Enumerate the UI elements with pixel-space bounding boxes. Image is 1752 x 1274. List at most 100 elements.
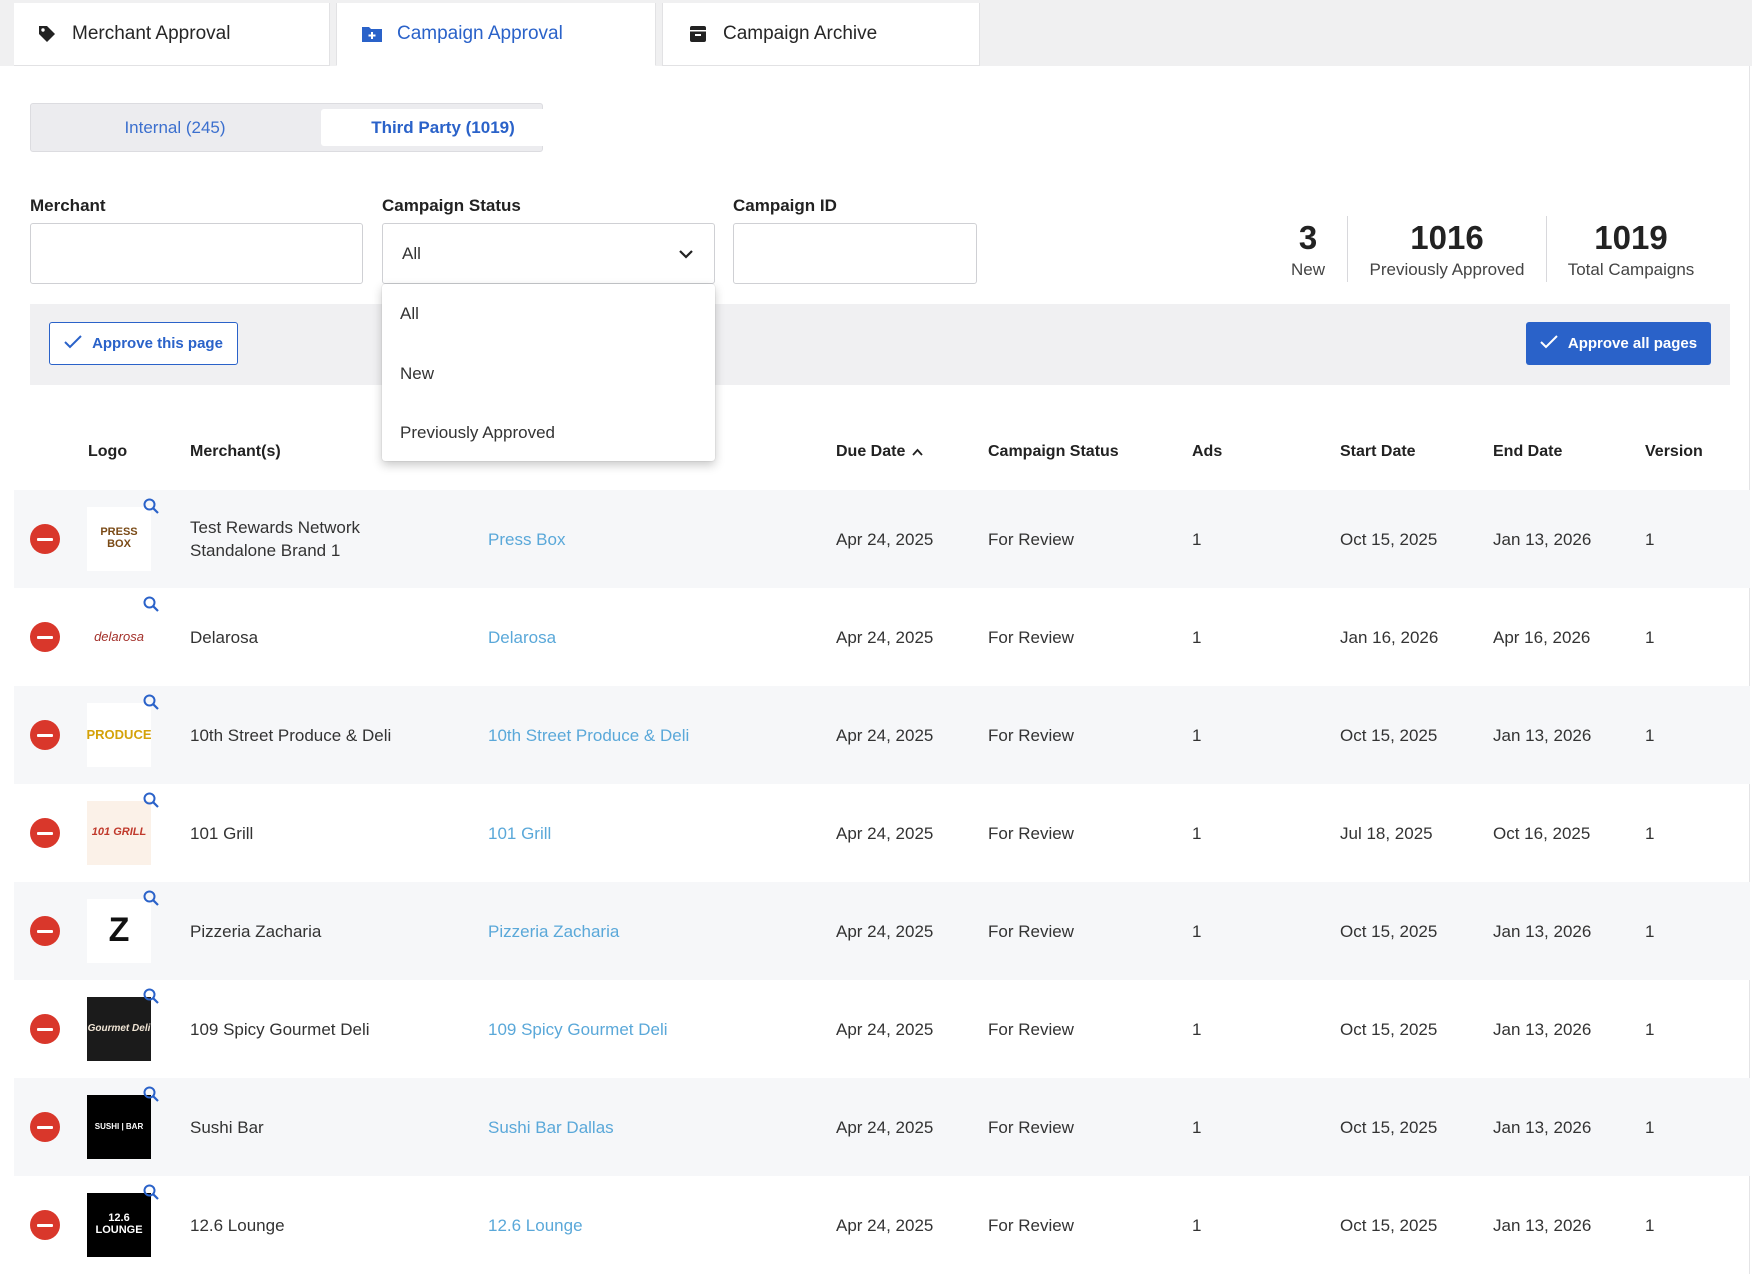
campaign-link[interactable]: Sushi Bar Dallas	[488, 1116, 614, 1139]
merchant-name: Delarosa	[190, 628, 259, 647]
table-row: 12.6 LOUNGE 12.6 Lounge 12.6 Lounge Apr 24,…	[14, 1176, 1750, 1274]
campaign-link[interactable]: 109 Spicy Gourmet Deli	[488, 1018, 668, 1041]
remove-icon[interactable]	[30, 818, 60, 848]
logo-text: Z	[108, 911, 130, 950]
approve-this-page-label: Approve this page	[92, 335, 223, 352]
ads-count: 1	[1192, 824, 1202, 843]
end-date: Jan 13, 2026	[1493, 1020, 1592, 1039]
archive-box-icon	[687, 23, 709, 45]
start-date: Jul 18, 2025	[1340, 824, 1433, 843]
version: 1	[1645, 824, 1655, 843]
status-option-all[interactable]: All	[400, 304, 419, 324]
status-option-new[interactable]: New	[400, 364, 434, 384]
due-date: Apr 24, 2025	[836, 726, 934, 745]
merchant-filter-label: Merchant	[30, 196, 106, 215]
version: 1	[1645, 1020, 1655, 1039]
campaign-id-input[interactable]	[733, 223, 977, 284]
remove-icon[interactable]	[30, 1210, 60, 1240]
stat-prev-count: 1016	[1410, 219, 1484, 256]
campaign-link[interactable]: 12.6 Lounge	[488, 1214, 583, 1237]
magnify-icon[interactable]	[142, 595, 162, 615]
remove-icon[interactable]	[30, 916, 60, 946]
logo-text: PRODUCE	[87, 727, 151, 743]
start-date: Jan 16, 2026	[1340, 628, 1439, 647]
tab-campaign-archive[interactable]: Campaign Archive	[662, 3, 980, 66]
version: 1	[1645, 628, 1655, 647]
due-date: Apr 24, 2025	[836, 530, 934, 549]
status-option-previously-approved[interactable]: Previously Approved	[400, 423, 555, 443]
due-date: Apr 24, 2025	[836, 1118, 934, 1137]
ads-count: 1	[1192, 1020, 1202, 1039]
due-date-header-label: Due Date	[836, 443, 906, 460]
magnify-icon[interactable]	[142, 497, 162, 517]
campaign-status: For Review	[988, 1216, 1074, 1235]
table-row: delarosa Delarosa Delarosa Apr 24, 2025 For …	[14, 588, 1750, 686]
segment-internal[interactable]: Internal (245)	[37, 109, 313, 146]
campaign-status: For Review	[988, 1020, 1074, 1039]
magnify-icon[interactable]	[142, 889, 162, 909]
remove-icon[interactable]	[30, 1014, 60, 1044]
logo-text: PRESS BOX	[100, 526, 138, 550]
start-date: Oct 15, 2025	[1340, 530, 1438, 549]
approve-all-pages-button[interactable]: Approve all pages	[1526, 322, 1711, 365]
bulk-action-bar	[30, 304, 1730, 385]
logo-text: Gourmet Deli	[87, 1022, 151, 1034]
campaign-status: For Review	[988, 726, 1074, 745]
merchant-name: 12.6 Lounge	[190, 1216, 285, 1235]
column-header-ads: Ads	[1192, 443, 1223, 460]
tab-campaign-approval[interactable]: Campaign Approval	[336, 3, 656, 66]
column-header-end-date: End Date	[1493, 443, 1563, 460]
due-date: Apr 24, 2025	[836, 1020, 934, 1039]
campaign-link[interactable]: Pizzeria Zacharia	[488, 920, 619, 943]
start-date: Oct 15, 2025	[1340, 1216, 1438, 1235]
end-date: Jan 13, 2026	[1493, 726, 1592, 745]
remove-icon[interactable]	[30, 622, 60, 652]
table-row: Z Pizzeria Zacharia Pizzeria Zacharia Apr 2…	[14, 882, 1750, 980]
magnify-icon[interactable]	[142, 791, 162, 811]
approve-all-pages-label: Approve all pages	[1567, 335, 1698, 352]
tab-merchant-approval[interactable]: Merchant Approval	[14, 3, 330, 66]
column-header-merchants: Merchant(s)	[190, 443, 281, 460]
campaign-status: For Review	[988, 824, 1074, 843]
approve-this-page-button[interactable]: Approve this page	[49, 322, 238, 365]
merchant-name: Pizzeria Zacharia	[190, 922, 322, 941]
logo-text: SUSHI | BAR	[94, 1121, 144, 1131]
remove-icon[interactable]	[30, 1112, 60, 1142]
campaign-status-value: All	[402, 243, 421, 263]
logo-text: 12.6 LOUNGE	[95, 1212, 143, 1236]
column-header-due-date[interactable]: Due Date	[836, 443, 924, 461]
sort-ascending-icon	[912, 443, 924, 461]
end-date: Jan 13, 2026	[1493, 1216, 1592, 1235]
campaign-status: For Review	[988, 1118, 1074, 1137]
due-date: Apr 24, 2025	[836, 1216, 934, 1235]
magnify-icon[interactable]	[142, 987, 162, 1007]
campaign-link[interactable]: Delarosa	[488, 626, 556, 649]
campaign-status: For Review	[988, 922, 1074, 941]
magnify-icon[interactable]	[142, 1085, 162, 1105]
table-row: PRESS BOX Test Rewards Network Standalone…	[14, 490, 1750, 588]
campaign-status-label: Campaign Status	[382, 196, 521, 215]
campaign-link[interactable]: 10th Street Produce & Deli	[488, 724, 689, 747]
magnify-icon[interactable]	[142, 1183, 162, 1203]
magnify-icon[interactable]	[142, 693, 162, 713]
remove-icon[interactable]	[30, 720, 60, 750]
ads-count: 1	[1192, 530, 1202, 549]
remove-icon[interactable]	[30, 524, 60, 554]
merchant-name: 101 Grill	[190, 824, 254, 843]
merchant-name: 109 Spicy Gourmet Deli	[190, 1020, 370, 1039]
campaign-status: For Review	[988, 530, 1074, 549]
campaign-status-select[interactable]: All	[382, 223, 715, 284]
merchant-name: 10th Street Produce & Deli	[190, 726, 392, 745]
segment-third-party[interactable]: Third Party (1019)	[321, 109, 565, 146]
table-row: PRODUCE 10th Street Produce & Deli 10th St…	[14, 686, 1750, 784]
campaign-link[interactable]: 101 Grill	[488, 822, 551, 845]
merchant-input[interactable]	[30, 223, 363, 284]
ads-count: 1	[1192, 628, 1202, 647]
ads-count: 1	[1192, 1216, 1202, 1235]
due-date: Apr 24, 2025	[836, 628, 934, 647]
end-date: Jan 13, 2026	[1493, 922, 1592, 941]
column-header-campaign-status: Campaign Status	[988, 443, 1119, 460]
merchant-name: Test Rewards Network Standalone Brand 1	[190, 518, 361, 560]
tab-label: Campaign Approval	[397, 23, 563, 44]
campaign-link[interactable]: Press Box	[488, 528, 565, 551]
